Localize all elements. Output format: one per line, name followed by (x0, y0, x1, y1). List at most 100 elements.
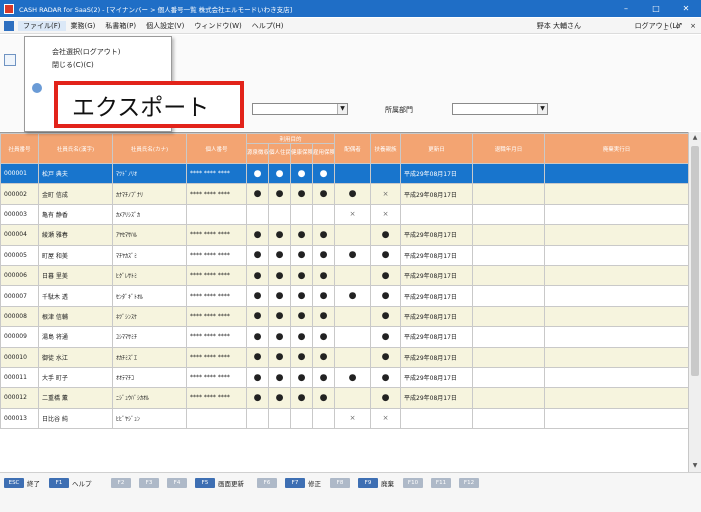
chevron-down-icon[interactable]: ▼ (537, 104, 547, 114)
table-row[interactable]: 000011 大手 町子 ｵｵﾃﾏﾁｺ **** **** **** ● ● ● ● ● ● 平成2… (0, 366, 688, 389)
table-row[interactable]: 000001 松戸 典夫 ﾏﾂﾄﾞﾉﾘｵ **** **** **** ● ● ● ● 平成29… (0, 162, 688, 185)
cell-updated-date: 平成29年08月17日 (400, 244, 474, 266)
vertical-scrollbar[interactable]: ▲ ▼ (688, 132, 701, 472)
cell-resident-tax: ● (268, 224, 291, 246)
table-row[interactable]: 000008 根津 信輔 ﾈﾂﾞｼﾝｽｹ **** **** **** ● ● ● ● ● 平成2… (0, 305, 688, 328)
cell-spouse: ● (334, 285, 372, 307)
fkey-f5[interactable]: F5 画面更新 (195, 477, 244, 489)
close-button[interactable]: ✕ (671, 0, 701, 17)
cell-resident-tax: ● (268, 264, 291, 287)
cell-resident-tax: ● (268, 285, 291, 307)
fkey-f12[interactable]: F12 (459, 477, 479, 489)
cell-employment-insurance: ● (311, 366, 336, 389)
fkey-label: 終了 (27, 480, 40, 488)
fkey-f10[interactable]: F10 (403, 477, 423, 489)
col-header-health[interactable]: 健康保険 (290, 143, 313, 164)
cell-name-kana: ﾋﾋﾞﾔｼﾞｭﾝ (112, 407, 187, 430)
cell-resident-tax: ● (268, 346, 291, 368)
table-row[interactable]: 000003 亀有 静香 ｶﾒｱﾘｼｽﾞｶ × × (0, 203, 688, 226)
menu-help[interactable]: ヘルプ(H) (247, 21, 289, 31)
fkey-f2[interactable]: F2 (111, 477, 131, 489)
col-header-employment[interactable]: 雇用保険 (311, 143, 336, 164)
fkey-f3[interactable]: F3 (139, 477, 159, 489)
table-row[interactable]: 000004 綾瀬 雅春 ｱﾔｾﾏｻﾊﾙ **** **** **** ● ● ● ● ● 平成2… (0, 224, 688, 246)
menu-item-close[interactable]: 閉じる(C)(C) (52, 60, 94, 70)
table-row[interactable]: 000007 千駄木 透ｾﾝﾀﾞｷﾞﾄｵﾙ **** **** **** ● ● ● ● ● ●… (0, 285, 688, 307)
cell-dependents: × (370, 183, 402, 205)
scroll-up-icon[interactable]: ▲ (690, 133, 700, 143)
cell-dependents: ● (370, 346, 402, 368)
col-header-number[interactable]: 個人番号 (186, 133, 247, 164)
fkey-f1[interactable]: F1 ヘルプ (49, 477, 92, 489)
maximize-button[interactable]: □ (641, 0, 671, 17)
menu-mailbox[interactable]: 私書箱(P) (100, 21, 141, 31)
cell-health-insurance: ● (290, 264, 313, 287)
col-header-no[interactable]: 社員番号 (0, 133, 39, 164)
menu-personal-settings[interactable]: 個人設定(V) (141, 21, 189, 31)
chevron-down-icon[interactable]: ▼ (337, 104, 347, 114)
fkey-f11[interactable]: F11 (431, 477, 451, 489)
scroll-thumb[interactable] (691, 146, 699, 376)
cell-withholding: ● (246, 305, 269, 328)
col-header-resident-tax[interactable]: 個人住民税 (268, 143, 291, 164)
cell-retired-date (472, 366, 546, 389)
cell-employment-insurance: ● (311, 224, 336, 246)
cell-dependents: ● (370, 305, 402, 328)
cell-name-kana: ｾﾝﾀﾞｷﾞﾄｵﾙ (112, 285, 187, 307)
cell-updated-date: 平成29年08月17日 (400, 346, 474, 368)
cell-personal-number (186, 203, 247, 226)
mdi-controls[interactable]: _ ♂ × (664, 22, 699, 30)
table-row[interactable]: 000002 金町 信成 ｶﾅﾏﾁﾉﾌﾞﾅﾘ **** **** **** ● ● ● ● ● ×… (0, 183, 688, 205)
cell-disposed-date (544, 305, 688, 328)
fkey-f6[interactable]: F6 (257, 477, 277, 489)
fkey-esc[interactable]: ESC 終了 (4, 477, 40, 489)
table-row[interactable]: 000012 二重橋 薫ﾆｼﾞｭｳﾊﾞｼｶｵﾙ **** **** **** ● ● ● ●… (0, 387, 688, 409)
app-menu-icon[interactable] (4, 20, 14, 31)
cell-dependents: ● (370, 366, 402, 389)
cell-resident-tax: ● (268, 244, 291, 266)
fkey-f4[interactable]: F4 (167, 477, 187, 489)
table-row[interactable]: 000009 湯島 将通 ﾕｼﾏﾏｻﾐﾁ **** **** **** ● ● ● ● ● 平成2… (0, 326, 688, 348)
col-header-retired[interactable]: 退職年月日 (472, 133, 546, 164)
table-row[interactable]: 000010 御徒 水江 ｵｶﾁﾐｽﾞｴ **** **** **** ● ● ● ● ● 平成2… (0, 346, 688, 368)
dept-select[interactable]: ▼ (452, 103, 548, 115)
window-controls: – □ ✕ (611, 0, 701, 17)
menu-window[interactable]: ウィンドウ(W) (189, 21, 246, 31)
col-header-updated[interactable]: 更新日 (400, 133, 474, 164)
table-row[interactable]: 000006 日暮 里美 ﾋｸﾞﾚｻﾄﾐ **** **** **** ● ● ● ● ● 平成2… (0, 264, 688, 287)
cell-updated-date: 平成29年08月17日 (400, 366, 474, 389)
cell-resident-tax: ● (268, 366, 291, 389)
cell-disposed-date (544, 387, 688, 409)
fkey-f9[interactable]: F9 廃棄 (358, 477, 394, 489)
export-menu-item[interactable]: エクスポート (54, 81, 244, 128)
cell-dependents: ● (370, 285, 402, 307)
col-header-kana[interactable]: 社員氏名(カナ) (112, 133, 187, 164)
filter-select-1[interactable]: ▼ (252, 103, 348, 115)
col-header-spouse[interactable]: 配偶者 (334, 133, 372, 164)
fkey-f8[interactable]: F8 (330, 477, 350, 489)
table-row[interactable]: 000013 日比谷 純ﾋﾋﾞﾔｼﾞｭﾝ × × (0, 407, 688, 430)
cell-retired-date (472, 264, 546, 287)
fkey-code: F2 (111, 478, 131, 488)
cell-disposed-date (544, 366, 688, 389)
minimize-button[interactable]: – (611, 0, 641, 17)
col-header-kanji[interactable]: 社員氏名(漢字) (38, 133, 113, 164)
col-header-disposed[interactable]: 廃棄実行日 (544, 133, 688, 164)
scroll-down-icon[interactable]: ▼ (690, 461, 700, 471)
cell-name-kana: ﾕｼﾏﾏｻﾐﾁ (112, 326, 187, 348)
cell-health-insurance: ● (290, 305, 313, 328)
menu-file[interactable]: ファイル(F) (18, 20, 66, 31)
fkey-code: F1 (49, 478, 69, 488)
cell-spouse (334, 224, 372, 246)
fkey-f7[interactable]: F7 修正 (285, 477, 321, 489)
toolbar-icon[interactable] (4, 54, 16, 66)
table-row[interactable]: 000005 町屋 和美 ﾏﾁﾔｶｽﾞﾐ **** **** **** ● ● ● ● ● ● 平成… (0, 244, 688, 266)
col-header-dependents[interactable]: 扶養親族 (370, 133, 402, 164)
cell-retired-date (472, 407, 546, 430)
menu-business[interactable]: 業務(G) (66, 21, 101, 31)
cell-disposed-date (544, 183, 688, 205)
cell-employment-insurance: ● (311, 387, 336, 409)
menu-item-switch-company[interactable]: 会社選択(ログアウト) (52, 47, 120, 57)
col-header-withholding[interactable]: 源泉徴収 (246, 143, 269, 164)
cell-health-insurance: ● (290, 244, 313, 266)
